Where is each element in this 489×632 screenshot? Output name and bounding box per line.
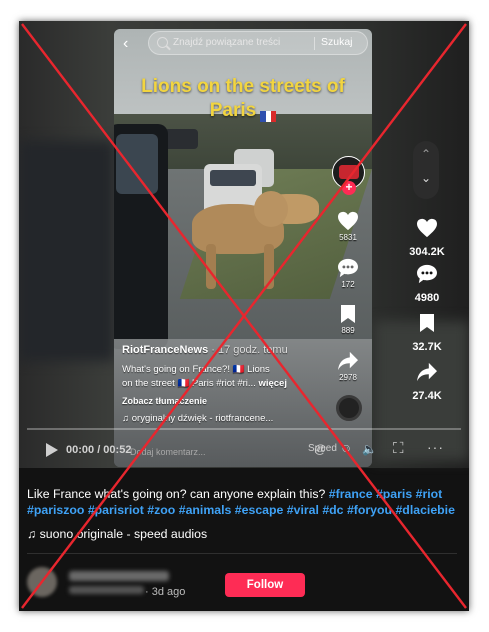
post-viewer: Lions on the streets of Paris ‹ Znajdź p… — [19, 21, 469, 611]
inner-like-count: 5831 — [339, 233, 357, 242]
more-link[interactable]: więcej — [258, 378, 287, 389]
music-row[interactable]: ♫ suono originale - speed audios — [27, 527, 207, 541]
sound-row[interactable]: ♫ oryginalny dźwięk - riotfrancene... — [122, 413, 273, 424]
hashtag[interactable]: #foryou — [347, 503, 392, 517]
post-date: · 3d ago — [145, 586, 186, 598]
username-blurred[interactable] — [69, 571, 169, 581]
hashtag[interactable]: #pariszoo — [27, 503, 84, 517]
post-description: Like France what's going on? can anyone … — [27, 487, 465, 518]
creator-name[interactable]: RiotFranceNews — [122, 344, 208, 356]
hashtag[interactable]: #dc — [322, 503, 343, 517]
like-button[interactable]: 304.2K — [399, 218, 455, 258]
caption-line-2-text: on the street 🇫🇷 Paris #riot #ri... — [122, 378, 256, 389]
hashtag[interactable]: #riot — [416, 487, 443, 501]
hashtag[interactable]: #parisriot — [88, 503, 144, 517]
search-button[interactable]: Szukaj — [321, 36, 353, 48]
follow-plus-icon[interactable]: + — [342, 181, 356, 195]
video-nav: ⌃ ⌄ — [413, 141, 439, 199]
search-input[interactable]: Znajdź powiązane treści — [173, 37, 280, 48]
follow-button[interactable]: Follow — [225, 573, 305, 597]
bookmark-icon — [420, 314, 434, 332]
creator-name-row: RiotFranceNews · 17 godz. temu — [122, 344, 288, 356]
search-icon — [157, 37, 168, 48]
comment-icon — [417, 264, 437, 284]
inner-comment-count: 172 — [341, 280, 355, 289]
sound-name: oryginalny dźwięk - riotfrancene... — [131, 413, 274, 424]
hashtag[interactable]: #animals — [179, 503, 232, 517]
hashtag[interactable]: #dlaciebie — [395, 503, 454, 517]
hashtag[interactable]: #france — [329, 487, 373, 501]
heart-icon — [338, 211, 358, 231]
search-bar[interactable]: Znajdź powiązane treści Szukaj — [148, 31, 368, 55]
share-arrow-icon — [338, 351, 358, 371]
progress-bar[interactable] — [27, 428, 461, 430]
play-icon[interactable] — [46, 443, 58, 457]
comment-icon — [338, 258, 358, 278]
video-title-line1: Lions on the streets of — [141, 76, 345, 97]
emoji-icon[interactable]: ☺ — [340, 441, 352, 455]
share-count: 27.4K — [412, 390, 442, 402]
caption-line-2: on the street 🇫🇷 Paris #riot #ri... więc… — [122, 378, 287, 389]
share-button[interactable]: 27.4K — [399, 362, 455, 402]
inner-share-count: 2978 — [339, 373, 357, 382]
save-button[interactable]: 32.7K — [399, 313, 455, 353]
hashtag[interactable]: #paris — [376, 487, 412, 501]
save-count: 32.7K — [412, 341, 442, 353]
fullscreen-icon[interactable]: ⛶ — [393, 440, 404, 457]
inner-save-button[interactable]: 889 — [333, 304, 363, 335]
comment-button[interactable]: 4980 — [399, 264, 455, 304]
chevron-down-icon[interactable]: ⌄ — [413, 171, 439, 185]
more-options-icon[interactable]: ··· — [427, 439, 444, 455]
hashtag[interactable]: #viral — [287, 503, 319, 517]
inner-save-count: 889 — [341, 326, 355, 335]
share-arrow-icon — [417, 362, 437, 382]
music-name: suono originale - speed audios — [39, 527, 208, 541]
volume-icon[interactable]: 🔈 — [362, 442, 377, 456]
video-title-line2: Paris — [209, 100, 257, 121]
nickname-blurred — [69, 586, 144, 594]
inner-like-button[interactable]: 5831 — [333, 211, 363, 242]
chevron-up-icon[interactable]: ⌃ — [413, 147, 439, 161]
post-time: · 17 godz. temu — [211, 344, 288, 356]
at-mention-icon[interactable]: @ — [314, 442, 326, 456]
video-title-overlay: Lions on the streets of Paris — [114, 75, 372, 123]
back-arrow-icon[interactable]: ‹ — [123, 35, 128, 53]
bookmark-icon — [341, 305, 355, 323]
avatar[interactable] — [27, 567, 57, 597]
hashtag[interactable]: #escape — [235, 503, 284, 517]
inner-comment-button[interactable]: 172 — [333, 258, 363, 289]
translate-link[interactable]: Zobacz tłumaczenie — [122, 396, 207, 406]
music-note-icon: ♫ — [27, 527, 37, 541]
comment-input[interactable]: Dodaj komentarz... — [130, 447, 206, 457]
caption-line-1: What's going on France?! 🇫🇷 Lions — [122, 364, 270, 375]
comment-count: 4980 — [414, 292, 440, 304]
heart-icon — [417, 218, 437, 238]
inner-share-button[interactable]: 2978 — [333, 351, 363, 382]
hashtag[interactable]: #zoo — [147, 503, 175, 517]
music-disc-icon[interactable] — [336, 395, 362, 421]
france-flag-icon — [260, 105, 277, 123]
like-count: 304.2K — [409, 246, 445, 258]
music-note-icon: ♫ — [122, 413, 130, 424]
description-text: Like France what's going on? can anyone … — [27, 487, 326, 501]
time-display: 00:00 / 00:52 — [66, 444, 132, 456]
divider — [27, 553, 457, 554]
